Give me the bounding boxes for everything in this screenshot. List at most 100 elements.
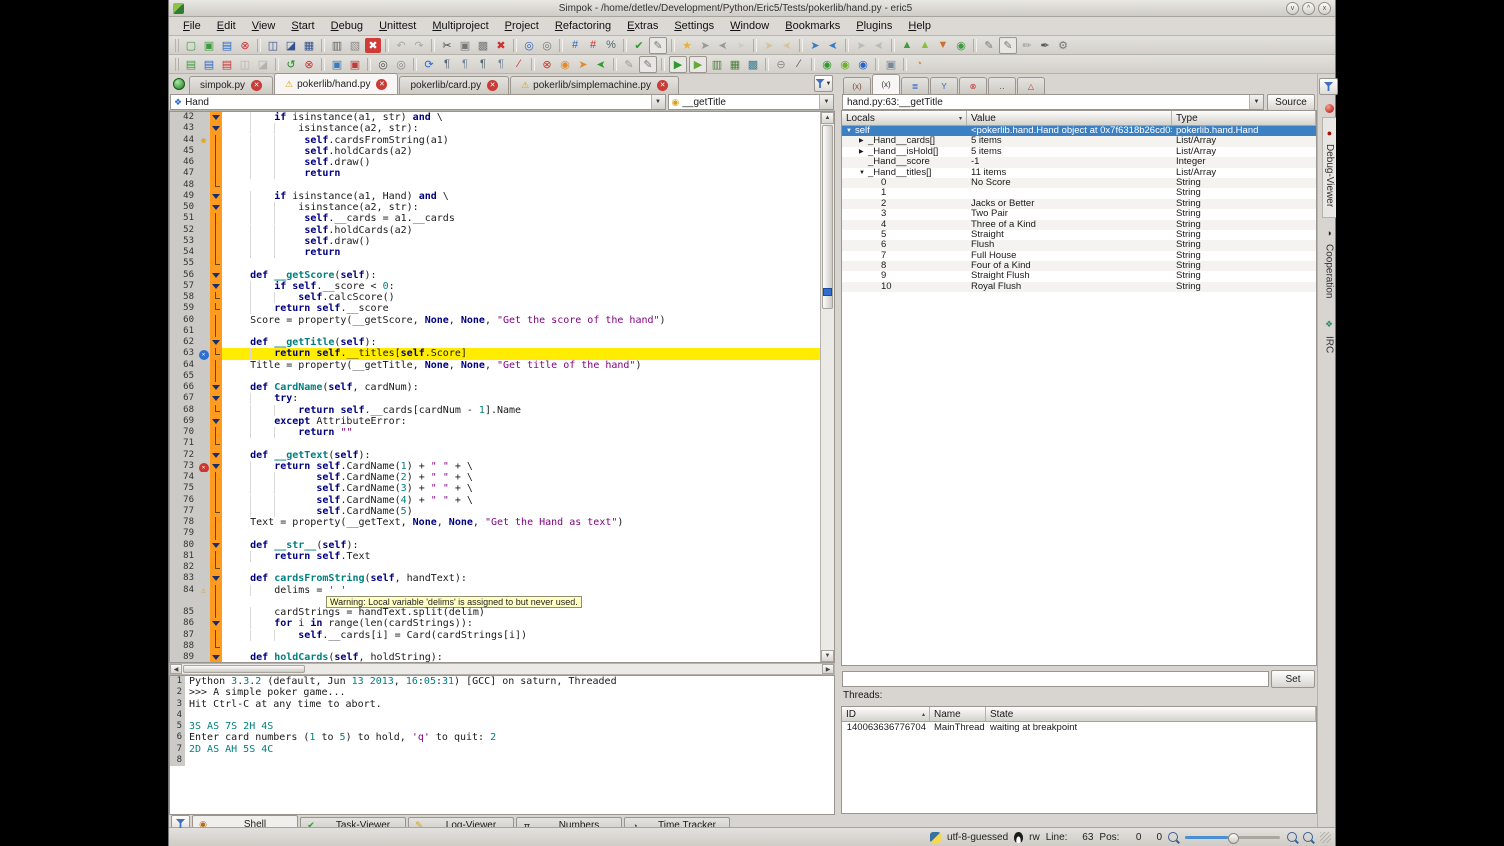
code-line[interactable]: 89 def holdCards(self, holdString):	[170, 652, 820, 662]
marker-margin[interactable]	[197, 562, 210, 573]
menu-start[interactable]: Start	[283, 19, 322, 33]
line-number[interactable]: 87	[170, 630, 197, 641]
code-line[interactable]: 61	[170, 326, 820, 337]
fold-margin[interactable]	[210, 472, 222, 483]
preferences-icon[interactable]: ⚙	[1055, 38, 1071, 53]
step-over-icon[interactable]: ¶	[457, 57, 473, 72]
close-tab-icon[interactable]: ✕	[376, 79, 387, 90]
breakpoint-toggle-icon[interactable]: ⊗	[539, 57, 555, 72]
marker-margin[interactable]	[197, 607, 210, 618]
code-line[interactable]: 79	[170, 528, 820, 539]
editor-tab-pokerlib-card-py[interactable]: pokerlib/card.py✕	[399, 76, 509, 94]
fold-margin[interactable]	[210, 303, 222, 314]
breakpoint-next-icon[interactable]: ➤	[575, 57, 591, 72]
pen-icon[interactable]: ✒	[1037, 38, 1053, 53]
fold-margin[interactable]	[210, 270, 222, 281]
fold-margin[interactable]	[210, 416, 222, 427]
task-prev-icon[interactable]: ➤	[871, 38, 887, 53]
shell-panel[interactable]: 1Python 3.3.2 (default, Jun 13 2013, 16:…	[169, 675, 835, 815]
fold-margin[interactable]	[210, 258, 222, 269]
zoom-slider[interactable]	[1185, 836, 1280, 839]
fold-margin[interactable]	[210, 427, 222, 438]
encoding-indicator[interactable]: utf-8-guessed	[947, 832, 1008, 843]
code-line[interactable]: 68 return self.__cards[cardNum - 1].Name	[170, 405, 820, 416]
fold-margin[interactable]	[210, 540, 222, 551]
fold-margin[interactable]	[210, 528, 222, 539]
line-number[interactable]: 44	[170, 135, 197, 146]
code-area[interactable]: 42 if isinstance(a1, str) and \43 isinst…	[170, 112, 820, 662]
filter-icon[interactable]	[1319, 78, 1338, 95]
stop-icon[interactable]: ⊗	[301, 57, 317, 72]
chevron-down-icon[interactable]: ▼	[651, 95, 665, 109]
line-number[interactable]: 49	[170, 191, 197, 202]
line-number[interactable]: 69	[170, 416, 197, 427]
variable-row[interactable]: 3Two PairString	[842, 209, 1316, 219]
marker-margin[interactable]	[197, 236, 210, 247]
code-line[interactable]: 46 self.draw()	[170, 157, 820, 168]
chevron-down-icon[interactable]: ▼	[819, 95, 833, 109]
close-tab-icon[interactable]: ✕	[657, 80, 668, 91]
fold-margin[interactable]	[210, 281, 222, 292]
sidebar-tab-cooperation[interactable]: ◑Cooperation	[1323, 218, 1336, 308]
marker-margin[interactable]	[197, 528, 210, 539]
menu-multiproject[interactable]: Multiproject	[424, 19, 496, 33]
code-line[interactable]: 50 isinstance(a2, str):	[170, 202, 820, 213]
chevron-down-icon[interactable]: ▼	[1249, 95, 1263, 109]
web-browser-icon[interactable]: ◉	[855, 57, 871, 72]
variable-row[interactable]: 1String	[842, 188, 1316, 198]
shell-line[interactable]: 3Hit Ctrl-C at any time to abort.	[170, 699, 834, 710]
variable-row[interactable]: 8Four of a KindString	[842, 261, 1316, 271]
marker-margin[interactable]	[197, 630, 210, 641]
toolbar-handle[interactable]	[175, 39, 180, 52]
line-number[interactable]: 52	[170, 225, 197, 236]
code-line[interactable]: 87 self.__cards[i] = Card(cardStrings[i]…	[170, 630, 820, 641]
zoom-reset-icon[interactable]	[1303, 832, 1313, 842]
marker-margin[interactable]	[197, 123, 210, 134]
expander-icon[interactable]: ▶	[859, 136, 868, 146]
fold-margin[interactable]	[210, 225, 222, 236]
error-prev-icon[interactable]: ➤	[825, 38, 841, 53]
fold-margin[interactable]	[210, 348, 222, 359]
editor-tab-pokerlib-hand-py[interactable]: ⚠pokerlib/hand.py✕	[274, 73, 398, 94]
variable-row[interactable]: 5StraightString	[842, 230, 1316, 240]
shell-line[interactable]: 6Enter card numbers (1 to 5) to hold, 'q…	[170, 732, 834, 743]
code-line[interactable]: 54 return	[170, 247, 820, 258]
fold-margin[interactable]	[210, 315, 222, 326]
column-header-value[interactable]: Value	[967, 111, 1172, 125]
replace-in-files-icon[interactable]: ◎	[393, 57, 409, 72]
continue-icon[interactable]: ⟳	[421, 57, 437, 72]
line-number[interactable]: 88	[170, 641, 197, 652]
column-header-id[interactable]: ID▴	[842, 707, 930, 721]
menu-unittest[interactable]: Unittest	[371, 19, 424, 33]
line-number[interactable]: 73	[170, 461, 197, 472]
project-open-icon[interactable]: ▤	[201, 57, 217, 72]
sidebar-tab-debug-viewer[interactable]: ●Debug-Viewer	[1322, 117, 1336, 218]
variable-row[interactable]: 4Three of a KindString	[842, 220, 1316, 230]
line-number[interactable]: 74	[170, 472, 197, 483]
shell-line[interactable]: 8	[170, 755, 834, 766]
code-line[interactable]: 42 if isinstance(a1, str) and \	[170, 112, 820, 123]
variable-row[interactable]: _Hand__score-1Integer	[842, 157, 1316, 167]
code-line[interactable]: 63✕ return self.__titles[self.Score]	[170, 348, 820, 359]
variable-row[interactable]: 7Full HouseString	[842, 251, 1316, 261]
marker-margin[interactable]	[197, 551, 210, 562]
code-line[interactable]: 51 self.__cards = a1.__cards	[170, 213, 820, 224]
fold-margin[interactable]	[210, 607, 222, 618]
unittest-icon[interactable]: ▶	[669, 56, 687, 73]
line-number[interactable]: 75	[170, 483, 197, 494]
line-number[interactable]: 79	[170, 528, 197, 539]
shell-line[interactable]: 72D AS AH 5S 4C	[170, 744, 834, 755]
editor-tab-pokerlib-simplemachine-py[interactable]: ⚠pokerlib/simplemachine.py✕	[510, 76, 679, 94]
marker-margin[interactable]	[197, 517, 210, 528]
line-number[interactable]: 84	[170, 585, 197, 596]
zoom-slider-thumb[interactable]	[1228, 833, 1239, 844]
fold-margin[interactable]	[210, 191, 222, 202]
fold-margin[interactable]	[210, 382, 222, 393]
marker-margin[interactable]	[197, 618, 210, 629]
paste-icon[interactable]: ▩	[475, 38, 491, 53]
project-close-icon[interactable]: ▤	[219, 57, 235, 72]
print-icon[interactable]: ▥	[329, 38, 345, 53]
code-line[interactable]: 75 self.CardName(3) + " " + \	[170, 483, 820, 494]
scroll-thumb[interactable]	[822, 125, 833, 309]
line-number[interactable]: 43	[170, 123, 197, 134]
